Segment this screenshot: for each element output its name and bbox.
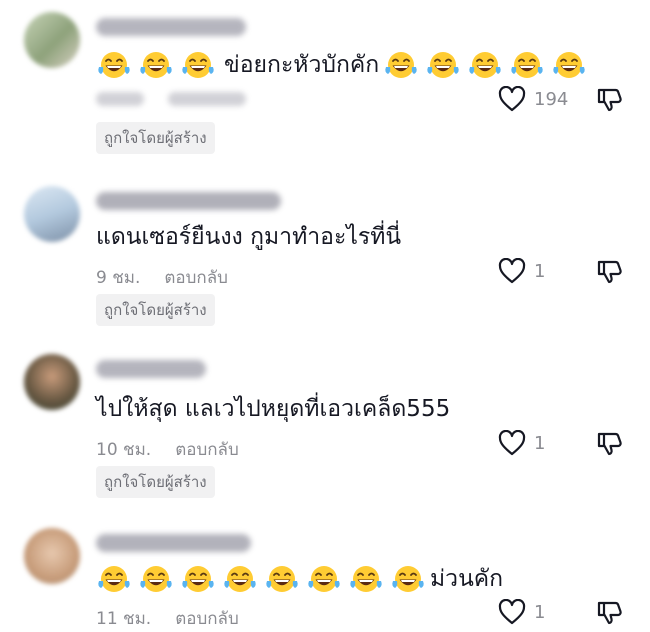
like-count: 1: [534, 260, 546, 282]
like-count: 1: [534, 432, 546, 454]
comment-time: 11 ชม.: [96, 609, 152, 629]
face-with-tears-of-joy-icon: [551, 50, 587, 80]
comment-text-label: ม่วนคัก: [430, 566, 504, 592]
heart-outline-icon: [498, 599, 526, 625]
face-with-tears-of-joy-icon: [306, 564, 342, 594]
comment-text-label: ข่อยกะหัวบักคัก: [224, 52, 380, 78]
comment-meta: 9 ชม. ตอบกลับ: [96, 264, 228, 291]
face-with-tears-of-joy-icon: [138, 564, 174, 594]
comment-meta: [96, 92, 246, 106]
like-count: 1: [534, 601, 546, 623]
heart-outline-icon: [498, 430, 526, 456]
liked-by-creator-badge: ถูกใจโดยผู้สร้าง: [96, 122, 215, 154]
face-with-tears-of-joy-icon: [509, 50, 545, 80]
face-with-tears-of-joy-icon: [180, 564, 216, 594]
comment-text: ข่อยกะหัวบักคัก: [96, 50, 587, 80]
like-button[interactable]: 1: [498, 430, 545, 456]
face-with-tears-of-joy-icon: [348, 564, 384, 594]
thumbs-down-outline-icon: [597, 88, 622, 112]
avatar[interactable]: [24, 528, 80, 584]
time-blurred: [96, 92, 144, 106]
comment-meta: 11 ชม. ตอบกลับ: [96, 605, 239, 632]
dislike-button[interactable]: [596, 599, 624, 631]
reply-button[interactable]: ตอบกลับ: [164, 264, 228, 291]
comment-text-label: แดนเซอร์ยืนงง กูมาทำอะไรที่นี่: [96, 224, 402, 250]
comment-meta: 10 ชม. ตอบกลับ: [96, 436, 239, 463]
username-blurred[interactable]: [96, 18, 246, 36]
reply-button[interactable]: ตอบกลับ: [175, 605, 239, 632]
face-with-tears-of-joy-icon: [425, 50, 461, 80]
face-with-tears-of-joy-icon: [383, 50, 419, 80]
comment-text: ไปให้สุด แลเวไปหยุดที่เอวเคล็ด555: [96, 394, 450, 424]
face-with-tears-of-joy-icon: [180, 50, 216, 80]
like-button[interactable]: 1: [498, 258, 545, 284]
emoji-group-after: [383, 50, 587, 80]
username-blurred[interactable]: [96, 192, 281, 210]
thumbs-down-outline-icon: [597, 432, 622, 456]
avatar[interactable]: [24, 12, 80, 68]
emoji-group-before: [96, 50, 216, 80]
username-blurred[interactable]: [96, 360, 206, 378]
liked-by-creator-badge: ถูกใจโดยผู้สร้าง: [96, 466, 215, 498]
emoji-group-before: [96, 564, 426, 594]
face-with-tears-of-joy-icon: [264, 564, 300, 594]
thumbs-down-outline-icon: [597, 260, 622, 284]
comment-time: 9 ชม.: [96, 268, 141, 288]
face-with-tears-of-joy-icon: [222, 564, 258, 594]
heart-outline-icon: [498, 86, 526, 112]
comment-text-label: ไปให้สุด แลเวไปหยุดที่เอวเคล็ด555: [96, 396, 451, 422]
avatar[interactable]: [24, 186, 80, 242]
face-with-tears-of-joy-icon: [96, 564, 132, 594]
face-with-tears-of-joy-icon: [138, 50, 174, 80]
face-with-tears-of-joy-icon: [390, 564, 426, 594]
liked-by-creator-badge: ถูกใจโดยผู้สร้าง: [96, 294, 215, 326]
dislike-button[interactable]: [596, 430, 624, 462]
like-button[interactable]: 1: [498, 599, 545, 625]
dislike-button[interactable]: [596, 86, 624, 118]
like-count: 194: [534, 88, 569, 110]
reply-blurred[interactable]: [168, 92, 246, 106]
thumbs-down-outline-icon: [597, 601, 622, 625]
username-blurred[interactable]: [96, 534, 251, 552]
reply-button[interactable]: ตอบกลับ: [175, 436, 239, 463]
face-with-tears-of-joy-icon: [96, 50, 132, 80]
avatar[interactable]: [24, 354, 80, 410]
comment-text: แดนเซอร์ยืนงง กูมาทำอะไรที่นี่: [96, 222, 401, 252]
like-button[interactable]: 194: [498, 86, 568, 112]
dislike-button[interactable]: [596, 258, 624, 290]
face-with-tears-of-joy-icon: [467, 50, 503, 80]
comment-time: 10 ชม.: [96, 440, 152, 460]
heart-outline-icon: [498, 258, 526, 284]
comment-text: ม่วนคัก: [96, 564, 503, 594]
